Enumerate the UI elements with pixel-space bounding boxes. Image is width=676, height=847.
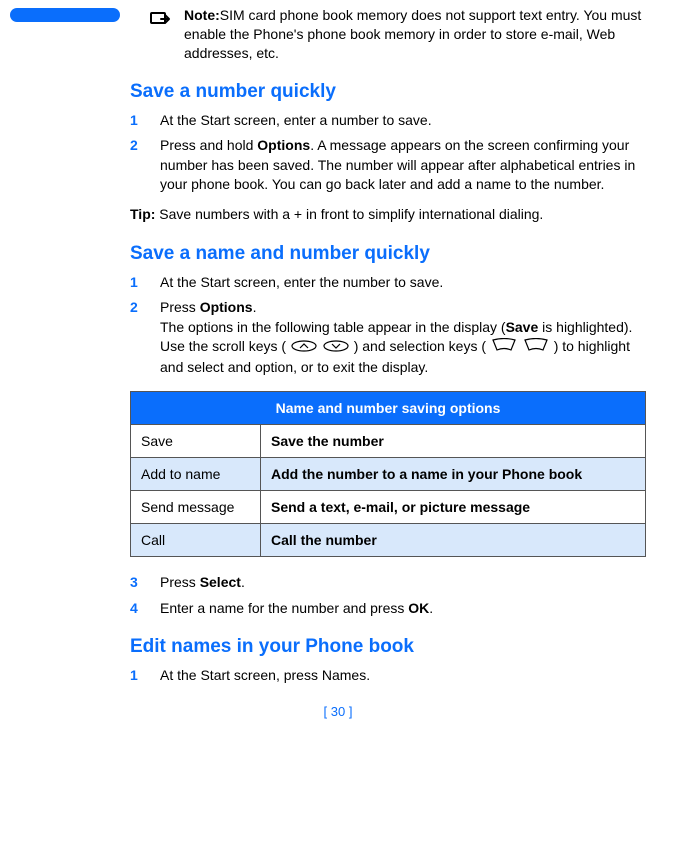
- tip-line: Tip: Save numbers with a + in front to s…: [130, 205, 646, 225]
- table-cell-left: Save: [131, 425, 261, 458]
- section-marker-pill: [10, 8, 120, 22]
- table-cell-left: Add to name: [131, 458, 261, 491]
- step-row: 2 Press Options. The options in the foll…: [130, 298, 646, 377]
- selection-right-key-icon: [523, 338, 549, 358]
- note-block: Note:SIM card phone book memory does not…: [150, 6, 666, 63]
- heading-edit-names: Edit names in your Phone book: [130, 636, 646, 658]
- step-row: 2 Press and hold Options. A message appe…: [130, 136, 646, 195]
- table-cell-left: Send message: [131, 491, 261, 524]
- step-number: 4: [130, 599, 160, 619]
- tip-text: Save numbers with a + in front to simpli…: [155, 206, 543, 222]
- table-cell-right: Add the number to a name in your Phone b…: [261, 458, 646, 491]
- table-cell-left: Call: [131, 524, 261, 557]
- note-text: SIM card phone book memory does not supp…: [184, 7, 641, 61]
- heading-save-name-and-number: Save a name and number quickly: [130, 243, 646, 265]
- note-icon: [150, 8, 174, 31]
- step-row: 1 At the Start screen, press Names.: [130, 666, 646, 686]
- table-cell-right: Send a text, e-mail, or picture message: [261, 491, 646, 524]
- table-row: Save Save the number: [131, 425, 646, 458]
- step-text: Enter a name for the number and press OK…: [160, 599, 646, 619]
- table-header: Name and number saving options: [131, 392, 646, 425]
- table-cell-right: Call the number: [261, 524, 646, 557]
- scroll-down-key-icon: [323, 338, 349, 358]
- step-number: 2: [130, 136, 160, 195]
- options-table: Name and number saving options Save Save…: [130, 391, 646, 557]
- step-text: Press Select.: [160, 573, 646, 593]
- table-cell-right: Save the number: [261, 425, 646, 458]
- step-row: 3 Press Select.: [130, 573, 646, 593]
- step-text: At the Start screen, enter the number to…: [160, 273, 646, 293]
- step-number: 1: [130, 273, 160, 293]
- page-number: [ 30 ]: [20, 704, 656, 719]
- step-text: At the Start screen, enter a number to s…: [160, 111, 646, 131]
- step-number: 1: [130, 666, 160, 686]
- step-number: 3: [130, 573, 160, 593]
- table-row: Send message Send a text, e-mail, or pic…: [131, 491, 646, 524]
- note-label: Note:: [184, 7, 220, 23]
- table-row: Call Call the number: [131, 524, 646, 557]
- step-text: Press Options. The options in the follow…: [160, 298, 646, 377]
- table-row: Add to name Add the number to a name in …: [131, 458, 646, 491]
- step-row: 1 At the Start screen, enter the number …: [130, 273, 646, 293]
- heading-save-number-quickly: Save a number quickly: [130, 81, 646, 103]
- tip-label: Tip:: [130, 206, 155, 222]
- step-row: 4 Enter a name for the number and press …: [130, 599, 646, 619]
- scroll-up-key-icon: [291, 338, 317, 358]
- step-number: 2: [130, 298, 160, 377]
- selection-left-key-icon: [491, 338, 517, 358]
- step-text: Press and hold Options. A message appear…: [160, 136, 646, 195]
- step-number: 1: [130, 111, 160, 131]
- step-text: At the Start screen, press Names.: [160, 666, 646, 686]
- step-row: 1 At the Start screen, enter a number to…: [130, 111, 646, 131]
